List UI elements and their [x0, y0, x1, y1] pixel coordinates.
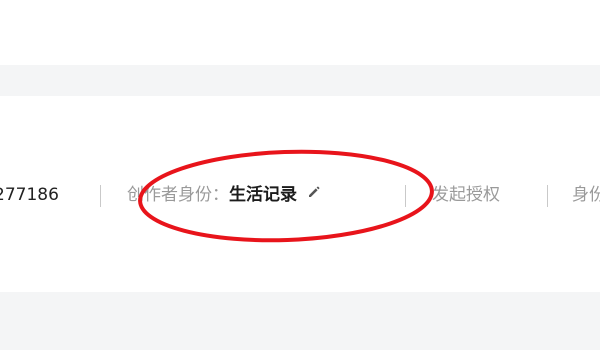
top-section-divider — [0, 65, 600, 96]
bottom-section-divider — [0, 292, 600, 350]
separator — [100, 185, 101, 207]
creator-identity: 创作者身份：生活记录 — [127, 180, 321, 210]
separator — [405, 185, 406, 207]
account-id: 277186 — [0, 185, 59, 205]
start-authorization-link[interactable]: 发起授权 — [432, 180, 500, 210]
separator — [547, 185, 548, 207]
identity-link-truncated[interactable]: 身份 — [572, 180, 600, 210]
profile-page: 277186 创作者身份：生活记录 发起授权 身份 — [0, 0, 600, 350]
creator-identity-label: 创作者身份： — [127, 185, 229, 205]
creator-info-row: 277186 创作者身份：生活记录 发起授权 身份 — [0, 180, 600, 210]
creator-identity-value: 生活记录 — [229, 185, 297, 205]
pencil-icon[interactable] — [307, 179, 321, 209]
